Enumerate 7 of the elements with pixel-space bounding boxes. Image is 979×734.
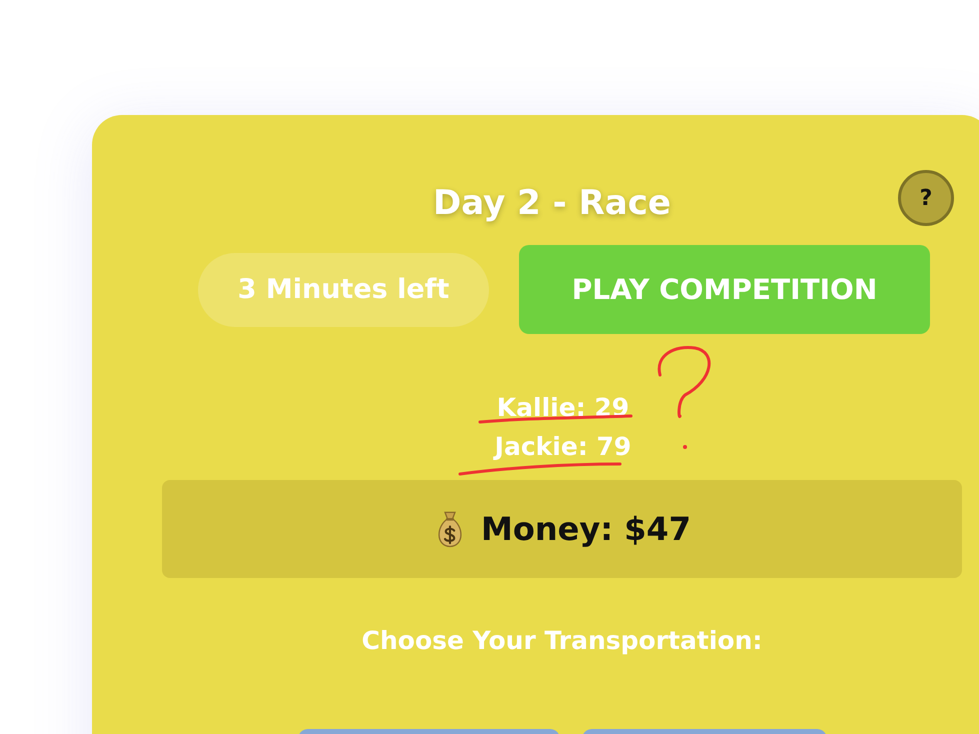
money-amount: Money: $47 (481, 510, 691, 548)
help-button[interactable]: ? (898, 170, 954, 226)
player-score: Jackie: 79 (494, 431, 632, 463)
day-title: Day 2 - Race (433, 183, 671, 225)
transportation-heading: Choose Your Transportation: (360, 626, 762, 655)
player-score: Kallie: 29 (496, 392, 630, 424)
time-left-pill: 3 Minutes left (198, 252, 489, 326)
